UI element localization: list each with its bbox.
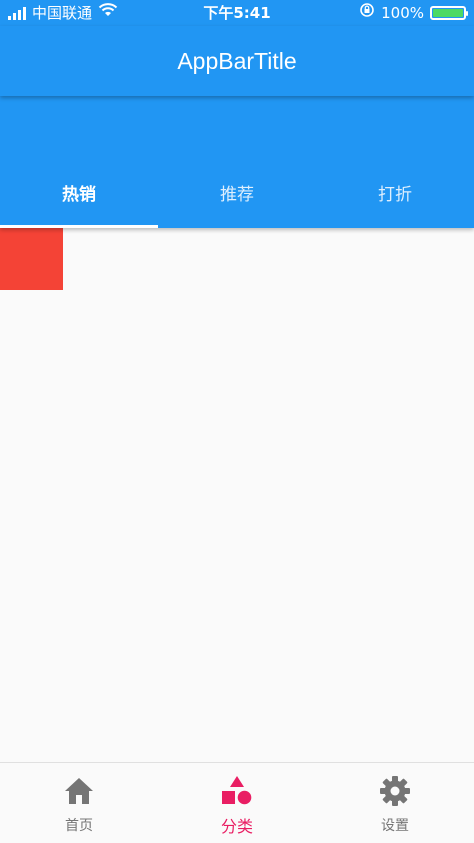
- nav-item-settings[interactable]: 设置: [316, 763, 474, 843]
- tab-recommend[interactable]: 推荐: [158, 184, 316, 228]
- status-bar: 中国联通 下午5:41 100%: [0, 0, 474, 26]
- nav-item-home[interactable]: 首页: [0, 763, 158, 843]
- nav-label: 分类: [220, 817, 253, 836]
- nav-label: 首页: [65, 818, 93, 834]
- nav-label: 设置: [381, 818, 409, 834]
- category-icon: [221, 775, 253, 807]
- settings-icon: [379, 775, 411, 807]
- tab-label: 推荐: [220, 185, 254, 205]
- app-bar-title: AppBarTitle: [177, 48, 297, 74]
- battery-percent: 100%: [381, 4, 424, 22]
- app-bar: AppBarTitle: [0, 26, 474, 96]
- tab-hot[interactable]: 热销: [0, 184, 158, 228]
- bottom-navigation: 首页 分类 设置: [0, 762, 474, 843]
- tab-label: 打折: [378, 185, 412, 205]
- tab-bar: 热销 推荐 打折: [0, 96, 474, 228]
- battery-icon: [430, 6, 468, 20]
- rotation-lock-icon: [359, 0, 375, 26]
- tab-discount[interactable]: 打折: [316, 184, 474, 228]
- status-right: 100%: [359, 0, 468, 26]
- red-box: [0, 228, 63, 290]
- battery-level: [433, 9, 463, 17]
- tab-label: 热销: [62, 185, 96, 205]
- nav-item-category[interactable]: 分类: [158, 763, 316, 843]
- tab-indicator: [0, 225, 158, 228]
- home-icon: [63, 775, 95, 807]
